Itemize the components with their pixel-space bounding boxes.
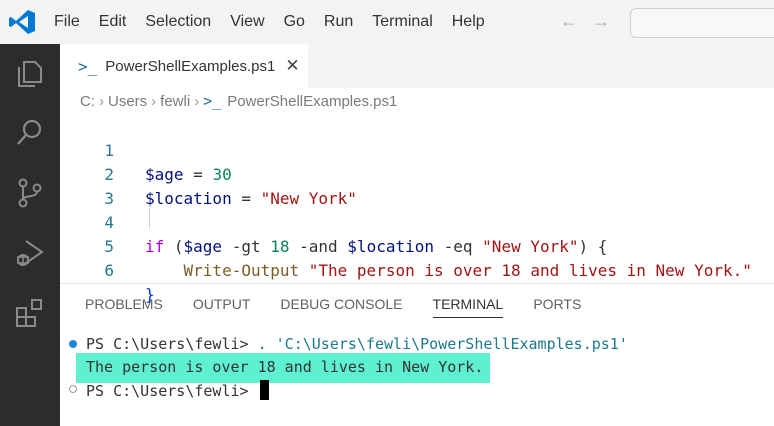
code-line: 2 $location = "New York" <box>60 139 774 208</box>
tab-terminal[interactable]: TERMINAL <box>432 296 504 318</box>
run-debug-icon[interactable] <box>13 236 47 270</box>
tab-powershell-examples[interactable]: >_ PowerShellExamples.ps1 ✕ <box>60 44 308 88</box>
menu-terminal[interactable]: Terminal <box>372 13 432 31</box>
menu-view[interactable]: View <box>230 13 264 31</box>
panel-divider <box>60 283 774 284</box>
tab-output[interactable]: OUTPUT <box>193 296 251 318</box>
token-cmdlet: Write-Output <box>183 261 300 280</box>
terminal-output: The person is over 18 and lives in New Y… <box>86 358 484 376</box>
menu-file[interactable]: File <box>54 13 80 31</box>
breadcrumb: C: › Users › fewli › >_ PowerShellExampl… <box>80 92 397 110</box>
back-arrow-icon[interactable]: ← <box>560 11 578 31</box>
menu-selection[interactable]: Selection <box>145 13 211 31</box>
code-line: 1 $age = 30 <box>60 115 774 184</box>
terminal-cursor <box>259 380 269 400</box>
vscode-logo-icon <box>9 10 35 34</box>
terminal-command: . 'C:\Users\fewli\PowerShellExamples.ps1… <box>257 335 628 353</box>
terminal-prompt: PS C:\Users\fewli> <box>86 382 258 400</box>
close-icon[interactable]: ✕ <box>285 56 299 76</box>
menu-help[interactable]: Help <box>452 13 485 31</box>
tab-ports[interactable]: PORTS <box>533 296 581 318</box>
command-pending-decoration[interactable] <box>69 385 77 393</box>
command-success-decoration[interactable] <box>69 340 77 348</box>
breadcrumb-drive[interactable]: C: <box>80 93 95 110</box>
chevron-right-icon: › <box>99 92 104 110</box>
code-line: 3 <box>60 163 774 208</box>
panel-tabs: PROBLEMS OUTPUT DEBUG CONSOLE TERMINAL P… <box>85 296 611 318</box>
chevron-right-icon: › <box>151 92 157 110</box>
menu-edit[interactable]: Edit <box>99 13 127 31</box>
menu-run[interactable]: Run <box>324 13 353 31</box>
breadcrumb-users[interactable]: Users <box>108 93 147 110</box>
tab-problems[interactable]: PROBLEMS <box>85 296 163 318</box>
nav-arrows: ← → <box>560 11 624 32</box>
menu-bar: File Edit Selection View Go Run Terminal… <box>54 0 504 44</box>
search-icon[interactable] <box>13 116 47 150</box>
code-line: 4 if ($age -gt 18 -and $location -eq "Ne… <box>60 187 774 256</box>
breadcrumb-file[interactable]: PowerShellExamples.ps1 <box>227 93 397 110</box>
command-center[interactable] <box>630 8 774 38</box>
terminal-line: PS C:\Users\fewli> . 'C:\Users\fewli\Pow… <box>86 335 628 353</box>
extensions-icon[interactable] <box>13 296 47 330</box>
explorer-icon[interactable] <box>13 56 47 90</box>
token-str: "The person is over 18 and lives in New … <box>299 261 752 280</box>
terminal-line: PS C:\Users\fewli> <box>86 380 269 400</box>
line-number: 6 <box>104 261 114 280</box>
title-bar: File Edit Selection View Go Run Terminal… <box>0 0 774 44</box>
code-line: 5 Write-Output "The person is over 18 an… <box>60 211 774 280</box>
code-line: 6 } <box>60 235 774 304</box>
editor-tab-bar: >_ PowerShellExamples.ps1 ✕ <box>60 44 774 88</box>
powershell-icon: >_ <box>78 56 98 76</box>
source-control-icon[interactable] <box>13 176 47 210</box>
tab-label: PowerShellExamples.ps1 <box>105 57 276 75</box>
chevron-right-icon: › <box>194 92 200 110</box>
forward-arrow-icon[interactable]: → <box>592 11 610 31</box>
tab-debug-console[interactable]: DEBUG CONSOLE <box>280 296 402 318</box>
powershell-icon: >_ <box>203 92 222 110</box>
activity-bar <box>0 44 60 426</box>
terminal-prompt: PS C:\Users\fewli> <box>86 335 258 353</box>
breadcrumb-fewli[interactable]: fewli <box>160 93 190 110</box>
menu-go[interactable]: Go <box>284 13 305 31</box>
